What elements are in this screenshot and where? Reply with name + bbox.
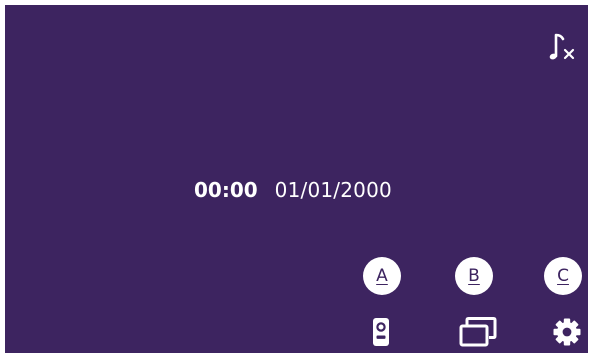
settings-button[interactable] [547,315,587,349]
intercom-button[interactable] [361,315,401,349]
clock-display: 00:00 01/01/2000 [194,175,392,205]
monitor-screen: 00:00 01/01/2000 A B C [5,5,588,353]
date-text: 01/01/2000 [274,178,392,202]
entrance-a-button[interactable]: A [363,257,401,295]
time-text: 00:00 [194,178,258,202]
gallery-icon [459,317,497,347]
entrance-a-label: A [376,265,388,286]
ringtone-mute-button[interactable] [546,30,580,64]
gallery-button[interactable] [458,315,498,349]
entrance-c-label: C [557,265,569,286]
door-station-icon [373,318,389,346]
music-mute-icon [549,33,575,60]
entrance-c-button[interactable]: C [544,257,582,295]
entrance-b-label: B [468,265,480,286]
entrance-b-button[interactable]: B [455,257,493,295]
gear-icon [553,318,581,346]
